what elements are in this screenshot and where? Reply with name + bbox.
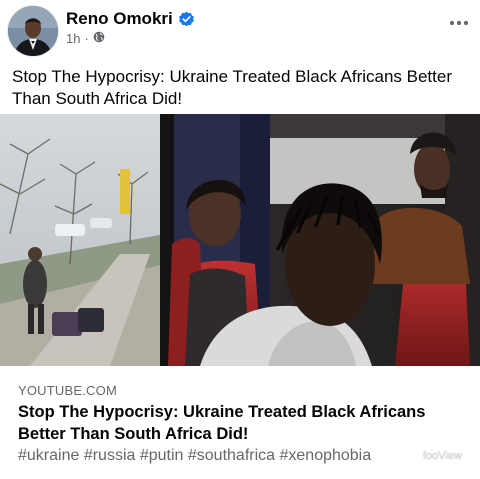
more-options-icon[interactable] (448, 16, 470, 30)
verified-badge-icon (178, 11, 195, 28)
avatar-image (8, 6, 58, 56)
link-preview-card[interactable]: YOUTUBE.COM Stop The Hypocrisy: Ukraine … (0, 366, 480, 479)
author-name-row: Reno Omokri (66, 9, 195, 29)
meta-separator: · (84, 31, 89, 46)
post-text: Stop The Hypocrisy: Ukraine Treated Blac… (12, 67, 452, 108)
post-meta: 1h · (66, 31, 105, 46)
author-avatar[interactable] (8, 6, 58, 56)
post-header: Reno Omokri 1h · (0, 0, 480, 60)
link-hashtags: #ukraine #russia #putin #southafrica #xe… (18, 447, 372, 464)
bus-passengers-photo (0, 114, 480, 366)
link-domain: YOUTUBE.COM (18, 383, 117, 398)
globe-icon (93, 31, 105, 46)
link-title[interactable]: Stop The Hypocrisy: Ukraine Treated Blac… (18, 401, 458, 445)
watermark: fooView (423, 450, 462, 462)
post-timestamp[interactable]: 1h (66, 31, 80, 46)
author-name[interactable]: Reno Omokri (66, 9, 173, 29)
link-preview-image[interactable] (0, 114, 480, 366)
